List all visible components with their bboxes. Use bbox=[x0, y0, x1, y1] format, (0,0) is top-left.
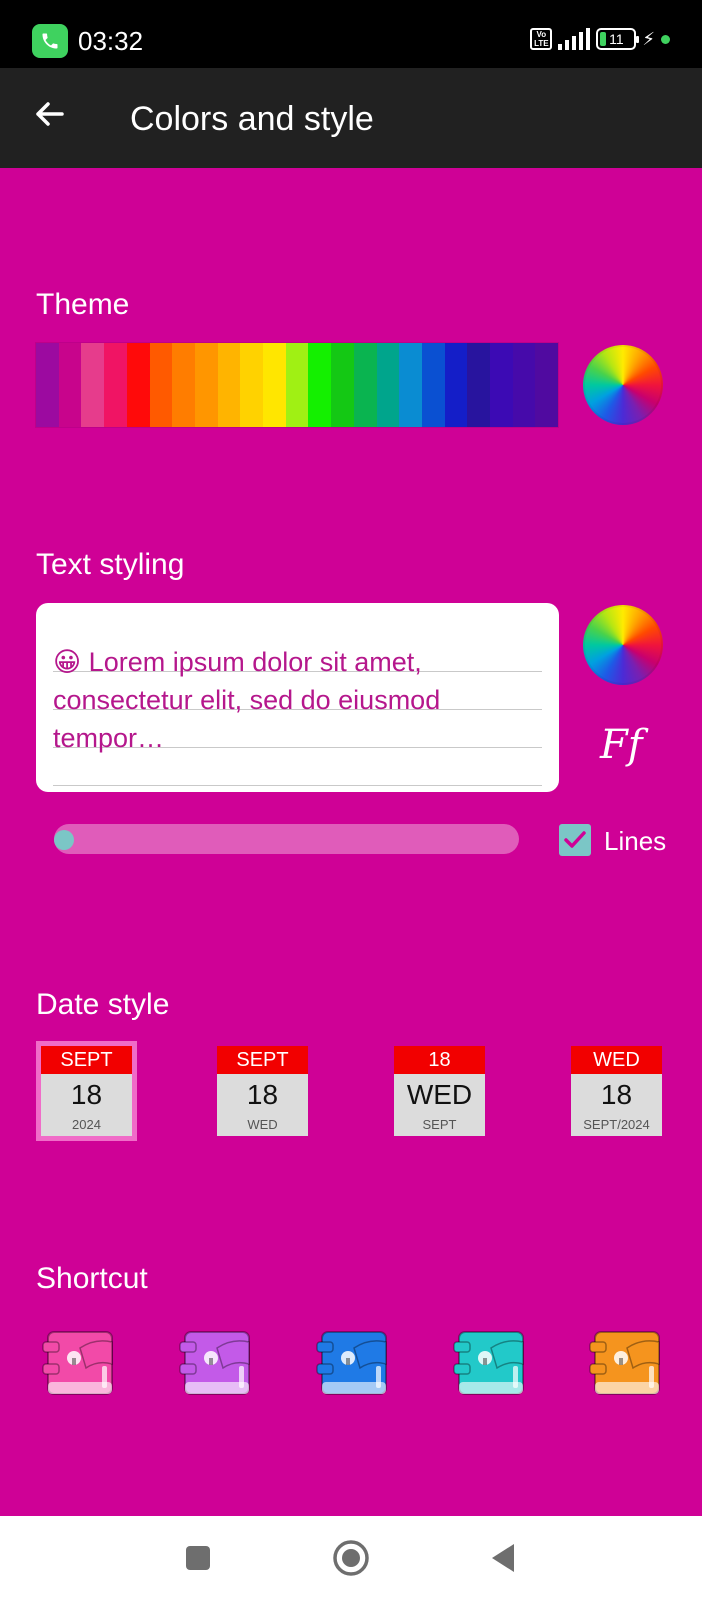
privacy-dot bbox=[661, 34, 670, 44]
pink-diary-icon[interactable] bbox=[40, 1320, 120, 1400]
navigation-bar bbox=[0, 1516, 702, 1600]
date-option-top: WED bbox=[571, 1046, 662, 1074]
date-option-main: 18 bbox=[70, 1079, 103, 1110]
theme-swatch[interactable] bbox=[240, 343, 264, 427]
teal-diary-icon[interactable] bbox=[451, 1320, 531, 1400]
date-option-main: 18 bbox=[246, 1079, 279, 1110]
text-preview: 😀 Lorem ipsum dolor sit amet, consectetu… bbox=[53, 643, 542, 757]
theme-color-strip[interactable] bbox=[36, 343, 559, 427]
theme-swatch[interactable] bbox=[376, 343, 400, 427]
preview-text: Lorem ipsum dolor sit amet, consectetur … bbox=[53, 647, 441, 753]
square-icon[interactable] bbox=[174, 1534, 222, 1582]
font-icon-label: Ff bbox=[600, 722, 643, 768]
theme-heading: Theme bbox=[36, 288, 130, 321]
date-style-option-1[interactable]: SEPT 18 2024 bbox=[36, 1041, 137, 1141]
text-color-wheel-icon[interactable] bbox=[583, 605, 663, 685]
theme-swatch[interactable] bbox=[194, 343, 218, 427]
date-style-option-2[interactable]: SEPT 18 WED bbox=[217, 1046, 308, 1136]
shortcut-heading: Shortcut bbox=[36, 1262, 148, 1295]
text-size-slider-track[interactable] bbox=[54, 824, 519, 854]
theme-swatch[interactable] bbox=[217, 343, 241, 427]
smiley-emoji: 😀 bbox=[53, 647, 82, 677]
font-family-icon[interactable]: Ff bbox=[600, 722, 648, 770]
theme-swatch[interactable] bbox=[81, 343, 105, 427]
theme-swatch[interactable] bbox=[263, 343, 286, 427]
color-wheel-icon[interactable] bbox=[583, 345, 663, 425]
date-option-top: SEPT bbox=[217, 1046, 308, 1074]
orange-diary-icon[interactable] bbox=[587, 1320, 667, 1400]
theme-swatch[interactable] bbox=[36, 343, 59, 427]
battery-icon: 11 bbox=[596, 28, 640, 50]
triangle-back-icon[interactable] bbox=[480, 1534, 528, 1582]
status-bar: 03:32 Vo LTE 11 ⚡ bbox=[0, 0, 702, 68]
date-option-sub: WED bbox=[247, 1117, 278, 1132]
theme-swatch[interactable] bbox=[172, 343, 195, 427]
theme-swatch[interactable] bbox=[490, 343, 513, 427]
theme-swatch[interactable] bbox=[149, 343, 173, 427]
theme-swatch[interactable] bbox=[444, 343, 468, 427]
lines-checkbox[interactable] bbox=[559, 824, 591, 856]
signal-icon bbox=[558, 28, 591, 50]
theme-swatch[interactable] bbox=[104, 343, 127, 427]
circle-icon[interactable] bbox=[327, 1534, 375, 1582]
theme-swatch[interactable] bbox=[512, 343, 536, 427]
page-title: Colors and style bbox=[130, 100, 374, 138]
date-style-option-3[interactable]: 18 WED SEPT bbox=[394, 1046, 485, 1136]
bolt-icon: ⚡ bbox=[642, 28, 655, 49]
text-size-slider-thumb[interactable] bbox=[54, 830, 74, 850]
text-preview-card: 😀 Lorem ipsum dolor sit amet, consectetu… bbox=[36, 603, 559, 792]
date-option-sub: 2024 bbox=[72, 1117, 101, 1132]
purple-diary-icon[interactable] bbox=[177, 1320, 257, 1400]
date-option-sub: SEPT/2024 bbox=[583, 1117, 650, 1132]
blue-diary-icon[interactable] bbox=[314, 1320, 394, 1400]
theme-swatch[interactable] bbox=[467, 343, 491, 427]
volte-icon: Vo LTE bbox=[530, 28, 553, 50]
date-option-top: SEPT bbox=[41, 1046, 132, 1074]
theme-swatch[interactable] bbox=[535, 343, 559, 427]
theme-swatch[interactable] bbox=[308, 343, 332, 427]
date-option-top: 18 bbox=[394, 1046, 485, 1074]
theme-swatch[interactable] bbox=[399, 343, 422, 427]
lines-label: Lines bbox=[604, 826, 667, 856]
date-style-option-4[interactable]: WED 18 SEPT/2024 bbox=[571, 1046, 662, 1136]
theme-swatch[interactable] bbox=[421, 343, 445, 427]
theme-swatch[interactable] bbox=[285, 343, 309, 427]
status-time: 03:32 bbox=[78, 26, 144, 56]
text-styling-heading: Text styling bbox=[36, 548, 185, 581]
theme-swatch[interactable] bbox=[126, 343, 150, 427]
date-option-sub: SEPT bbox=[422, 1117, 457, 1132]
theme-swatch[interactable] bbox=[58, 343, 82, 427]
theme-swatch[interactable] bbox=[353, 343, 377, 427]
phone-icon[interactable] bbox=[32, 24, 68, 58]
battery-level: 11 bbox=[609, 31, 624, 47]
date-style-heading: Date style bbox=[36, 988, 170, 1021]
app-bar: Colors and style bbox=[0, 68, 702, 168]
date-option-main: 18 bbox=[600, 1079, 633, 1110]
arrow-left-icon[interactable] bbox=[28, 92, 72, 136]
date-option-main: WED bbox=[406, 1079, 473, 1110]
theme-swatch[interactable] bbox=[331, 343, 354, 427]
